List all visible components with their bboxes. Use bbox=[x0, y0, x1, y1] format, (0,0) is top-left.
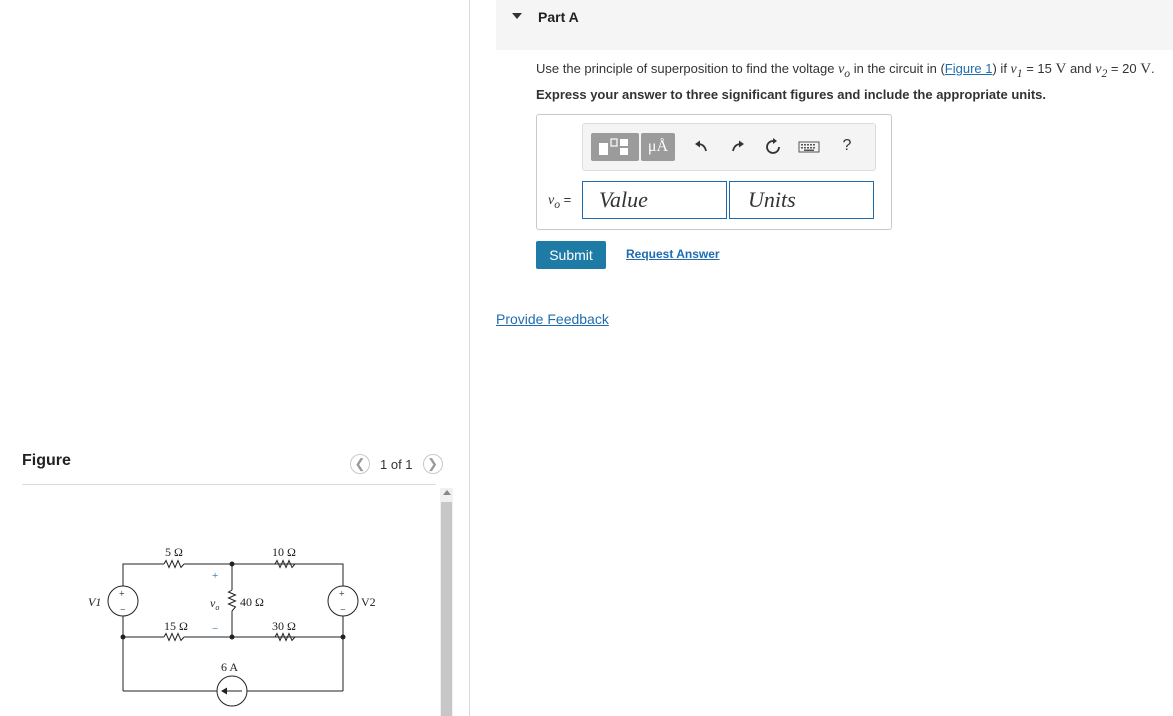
resistor-label-30: 30 Ω bbox=[272, 619, 296, 633]
figure-pagination: ❮ 1 of 1 ❯ bbox=[350, 453, 443, 475]
resistor-label-40: 40 Ω bbox=[240, 595, 264, 609]
question-mid: in the circuit in ( bbox=[850, 61, 945, 76]
undo-button[interactable] bbox=[691, 137, 711, 157]
node-dot bbox=[229, 561, 235, 567]
units-button[interactable]: μÅ bbox=[641, 133, 675, 161]
current-arrowhead bbox=[221, 687, 227, 695]
value-input[interactable] bbox=[582, 181, 727, 219]
current-source-label: 6 A bbox=[221, 660, 238, 674]
question-cond: ) if bbox=[992, 61, 1011, 76]
v2-variable: v2 bbox=[1095, 62, 1108, 80]
wire bbox=[122, 616, 155, 638]
vo-label: vo bbox=[210, 596, 219, 612]
provide-feedback-link[interactable]: Provide Feedback bbox=[496, 311, 609, 327]
figure-page-indicator: 1 of 1 bbox=[380, 456, 413, 472]
part-a-header[interactable] bbox=[496, 0, 1173, 50]
units-input[interactable] bbox=[729, 181, 874, 219]
v1-plus-sign: + bbox=[119, 589, 125, 600]
wire bbox=[122, 563, 155, 586]
node-dot bbox=[229, 634, 235, 640]
source-label-v2: V2 bbox=[361, 595, 376, 609]
v1-value: = 15 bbox=[1022, 61, 1056, 76]
v2-minus-sign: − bbox=[340, 605, 346, 616]
math-toolbar: μÅ ? bbox=[582, 123, 876, 171]
v2-unit: V bbox=[1140, 61, 1152, 77]
redo-icon bbox=[732, 140, 744, 152]
vo-variable: vo bbox=[838, 62, 851, 80]
panel-divider bbox=[469, 0, 470, 716]
instruction-text: Express your answer to three significant… bbox=[536, 87, 1046, 102]
circuit-diagram: 5 Ω 10 Ω 15 Ω 30 Ω 40 Ω V1 V2 6 A vo + −… bbox=[88, 545, 376, 707]
figure-title: Figure bbox=[22, 452, 71, 469]
undo-icon bbox=[695, 140, 707, 152]
scrollbar-thumb[interactable] bbox=[441, 502, 452, 716]
templates-button[interactable] bbox=[591, 133, 639, 161]
v1-variable: v1 bbox=[1010, 62, 1023, 80]
units-icon: μÅ bbox=[647, 138, 669, 155]
v1-unit: V bbox=[1055, 61, 1067, 77]
resistor-label-15: 15 Ω bbox=[164, 619, 188, 633]
vo-plus-sign: + bbox=[212, 570, 218, 582]
answer-label: vo = bbox=[548, 192, 572, 211]
keyboard-button[interactable] bbox=[797, 138, 821, 156]
scroll-up-arrow-icon[interactable] bbox=[443, 490, 451, 495]
redo-button[interactable] bbox=[728, 137, 748, 157]
node-dot bbox=[340, 634, 346, 640]
part-title: Part A bbox=[538, 9, 579, 25]
chevron-left-icon: ❮ bbox=[354, 456, 366, 471]
resistor-5-ohm bbox=[163, 559, 185, 569]
source-label-v1: V1 bbox=[88, 595, 101, 609]
question-end: . bbox=[1151, 61, 1155, 76]
templates-icon bbox=[599, 138, 628, 155]
next-figure-button[interactable]: ❯ bbox=[422, 454, 443, 474]
previous-figure-button[interactable]: ❮ bbox=[350, 454, 370, 474]
figure-divider bbox=[22, 484, 436, 485]
resistor-label-10: 10 Ω bbox=[272, 545, 296, 559]
node-dot bbox=[120, 634, 126, 640]
collapse-caret-icon[interactable] bbox=[512, 13, 522, 19]
v2-plus-sign: + bbox=[339, 589, 345, 600]
v2-value: = 20 bbox=[1107, 61, 1141, 76]
question-and: and bbox=[1066, 61, 1096, 76]
help-button[interactable]: ? bbox=[838, 135, 856, 157]
help-icon: ? bbox=[842, 137, 852, 154]
request-answer-link[interactable]: Request Answer bbox=[626, 247, 720, 261]
question-text: Use the principle of superposition to fi… bbox=[536, 61, 1155, 80]
v1-minus-sign: − bbox=[120, 605, 126, 616]
question-intro: Use the principle of superposition to fi… bbox=[536, 61, 839, 76]
resistor-40-ohm bbox=[227, 589, 237, 612]
vo-minus-sign: − bbox=[212, 623, 218, 635]
resistor-15-ohm bbox=[163, 632, 185, 642]
reset-button[interactable] bbox=[763, 137, 783, 157]
keyboard-icon bbox=[798, 141, 820, 153]
figure-1-link[interactable]: Figure 1 bbox=[945, 61, 993, 76]
resistor-label-5: 5 Ω bbox=[165, 545, 183, 559]
figure-scrollbar[interactable] bbox=[440, 488, 453, 716]
submit-button[interactable]: Submit bbox=[536, 241, 606, 269]
wire bbox=[287, 563, 344, 586]
chevron-right-icon: ❯ bbox=[427, 456, 438, 471]
reset-icon bbox=[766, 138, 780, 154]
